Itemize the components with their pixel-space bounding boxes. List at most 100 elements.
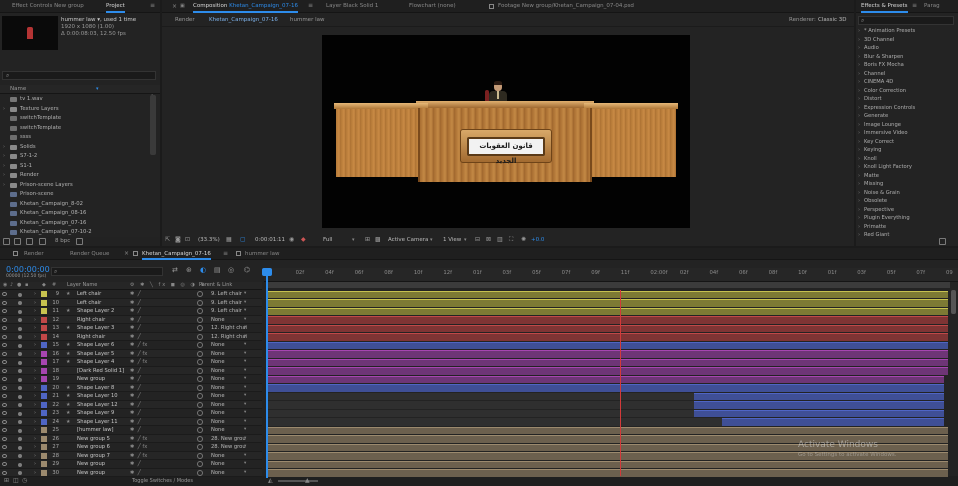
- layer-switches[interactable]: ✱ ╱: [130, 290, 141, 299]
- draft-3d-icon[interactable]: ⊛: [186, 266, 192, 274]
- parent-link-select[interactable]: 9. Left chair: [211, 290, 242, 299]
- new-folder-icon[interactable]: [14, 238, 21, 245]
- visibility-eye-icon[interactable]: [2, 419, 7, 424]
- label-color-swatch[interactable]: [41, 461, 47, 467]
- category-chevron-icon[interactable]: ›: [858, 129, 860, 138]
- twirl-chevron-icon[interactable]: ›: [34, 350, 36, 359]
- parent-chevron-icon[interactable]: ▾: [244, 324, 246, 333]
- effects-menu-icon[interactable]: ≡: [912, 2, 917, 9]
- label-color-swatch[interactable]: [41, 410, 47, 416]
- layer-name[interactable]: Shape Layer 9: [77, 409, 114, 418]
- effect-category[interactable]: › 3D Channel: [858, 36, 950, 45]
- effect-category[interactable]: › Generate: [858, 112, 950, 121]
- tab-footage[interactable]: Footage New group/Khetan_Campaign_07-04.…: [498, 0, 634, 13]
- layer-switches[interactable]: ✱ ╱: [130, 460, 141, 469]
- parent-chevron-icon[interactable]: ▾: [244, 384, 246, 393]
- view-chevron-icon[interactable]: ▾: [464, 237, 467, 243]
- twirl-chevron-icon[interactable]: ›: [34, 384, 36, 393]
- parent-chevron-icon[interactable]: ▾: [244, 469, 246, 478]
- effect-category[interactable]: › Immersive Video: [858, 129, 950, 138]
- parent-link-header[interactable]: Parent & Link: [199, 282, 232, 288]
- layer-duration-bar[interactable]: [694, 401, 944, 409]
- timeline-tab-menu-icon[interactable]: ≡: [223, 250, 228, 257]
- timeline-layer-row[interactable]: › 29 New group ✱ ╱ None ▾: [0, 460, 262, 469]
- effect-category[interactable]: › CINEMA 4D: [858, 78, 950, 87]
- timeline-layer-row[interactable]: › 23 ★ Shape Layer 9 ✱ ╱ None ▾: [0, 409, 262, 418]
- parent-link-select[interactable]: None: [211, 341, 225, 350]
- effect-category[interactable]: › Blur & Sharpen: [858, 53, 950, 62]
- timeline-search-input[interactable]: ⌕: [51, 267, 163, 276]
- timeline-layer-row[interactable]: › 25 [hummer law] ✱ ╱ None ▾: [0, 426, 262, 435]
- label-color-swatch[interactable]: [41, 350, 47, 357]
- label-color-swatch[interactable]: [41, 444, 47, 450]
- camera-select[interactable]: Active Camera: [388, 237, 428, 243]
- category-chevron-icon[interactable]: ›: [858, 223, 860, 232]
- parent-chevron-icon[interactable]: ▾: [244, 316, 246, 325]
- twirl-chevron-icon[interactable]: ›: [34, 426, 36, 435]
- parent-link-select[interactable]: 9. Left chair: [211, 307, 242, 316]
- camera-icon[interactable]: ◉: [289, 236, 294, 243]
- layer-switches[interactable]: ✱ ╱ fx: [130, 341, 147, 350]
- crumb-layer[interactable]: hummer law: [290, 17, 324, 23]
- twirl-chevron-icon[interactable]: ›: [34, 341, 36, 350]
- label-color-swatch[interactable]: [41, 452, 47, 459]
- layer-duration-bar[interactable]: [266, 290, 948, 298]
- solo-icon[interactable]: [18, 428, 22, 433]
- category-chevron-icon[interactable]: ›: [858, 163, 860, 172]
- visibility-eye-icon[interactable]: [2, 377, 7, 381]
- parent-link-select[interactable]: None: [211, 350, 225, 359]
- timeline-layer-row[interactable]: › 11 ★ Shape Layer 2 ✱ ╱ 9. Left chair ▾: [0, 307, 262, 316]
- pickwhip-icon[interactable]: [197, 469, 203, 476]
- parent-chevron-icon[interactable]: ▾: [244, 452, 246, 461]
- shy-icon[interactable]: ◐: [200, 266, 206, 274]
- layer-duration-bar[interactable]: [266, 341, 948, 349]
- zoom-level[interactable]: (33.3%): [198, 237, 220, 243]
- timeline-layer-row[interactable]: › 21 ★ Shape Layer 10 ✱ ╱ None ▾: [0, 392, 262, 401]
- twirl-chevron-icon[interactable]: ›: [34, 290, 36, 299]
- effect-category[interactable]: › Knoll Light Factory: [858, 163, 950, 172]
- timeline-layer-row[interactable]: › 26 New group 5 ✱ ╱ fx 28. New grou ▾: [0, 434, 262, 444]
- exposure-icon[interactable]: ✺: [521, 236, 526, 243]
- grid-icon[interactable]: ▦: [226, 236, 232, 243]
- visibility-eye-icon[interactable]: [2, 402, 7, 407]
- layer-switches[interactable]: ✱ ╱: [130, 469, 141, 478]
- timeline-layer-row[interactable]: › 27 New group 6 ✱ ╱ fx 28. New grou ▾: [0, 443, 262, 452]
- resolution-select[interactable]: Full: [323, 237, 332, 243]
- timeline-layer-row[interactable]: › 24 ★ Shape Layer 11 ✱ ╱ None ▾: [0, 417, 262, 427]
- twirl-chevron-icon[interactable]: ›: [34, 299, 36, 308]
- solo-icon[interactable]: [18, 326, 22, 331]
- tab-timeline-comp[interactable]: Khetan_Campaign_07-16: [142, 248, 211, 260]
- parent-link-select[interactable]: None: [211, 418, 225, 427]
- twirl-chevron-icon[interactable]: ›: [34, 435, 36, 444]
- solo-icon[interactable]: [18, 369, 22, 373]
- pickwhip-icon[interactable]: [197, 376, 203, 382]
- layer-duration-bar[interactable]: [266, 307, 948, 315]
- frame-blending-icon[interactable]: ▤: [214, 266, 221, 274]
- category-chevron-icon[interactable]: ›: [858, 104, 860, 113]
- tab-paragraph[interactable]: Parag: [924, 0, 940, 13]
- zoom-in-icon[interactable]: ▲: [305, 477, 310, 484]
- category-chevron-icon[interactable]: ›: [858, 172, 860, 181]
- category-chevron-icon[interactable]: ›: [858, 189, 860, 198]
- parent-link-select[interactable]: None: [211, 384, 225, 393]
- parent-link-select[interactable]: None: [211, 460, 225, 469]
- timeline-layer-row[interactable]: › 14 Right chair ✱ ╱ 12. Right chai ▾: [0, 332, 262, 342]
- label-color-swatch[interactable]: [41, 418, 47, 425]
- solo-icon[interactable]: [18, 335, 22, 339]
- twirl-chevron-icon[interactable]: ›: [34, 452, 36, 461]
- solo-icon[interactable]: [18, 403, 22, 407]
- region-icon[interactable]: ⊞: [365, 236, 370, 243]
- timeline-layer-row[interactable]: › 19 New group ✱ ╱ None ▾: [0, 375, 262, 384]
- layer-name[interactable]: Shape Layer 4: [77, 358, 114, 367]
- twirl-chevron-icon[interactable]: ›: [34, 469, 36, 478]
- layer-switches[interactable]: ✱ ╱ fx: [130, 435, 147, 444]
- layer-duration-bar[interactable]: [722, 418, 944, 426]
- renderer-value[interactable]: Classic 3D: [818, 17, 847, 23]
- work-area-bar[interactable]: [266, 282, 950, 288]
- label-color-swatch[interactable]: [41, 291, 47, 297]
- new-composition-icon[interactable]: [26, 238, 33, 245]
- twirl-chevron-icon[interactable]: ›: [34, 333, 36, 342]
- parent-chevron-icon[interactable]: ▾: [244, 460, 246, 469]
- motion-blur-icon[interactable]: ◎: [228, 266, 234, 274]
- pickwhip-icon[interactable]: [197, 435, 203, 442]
